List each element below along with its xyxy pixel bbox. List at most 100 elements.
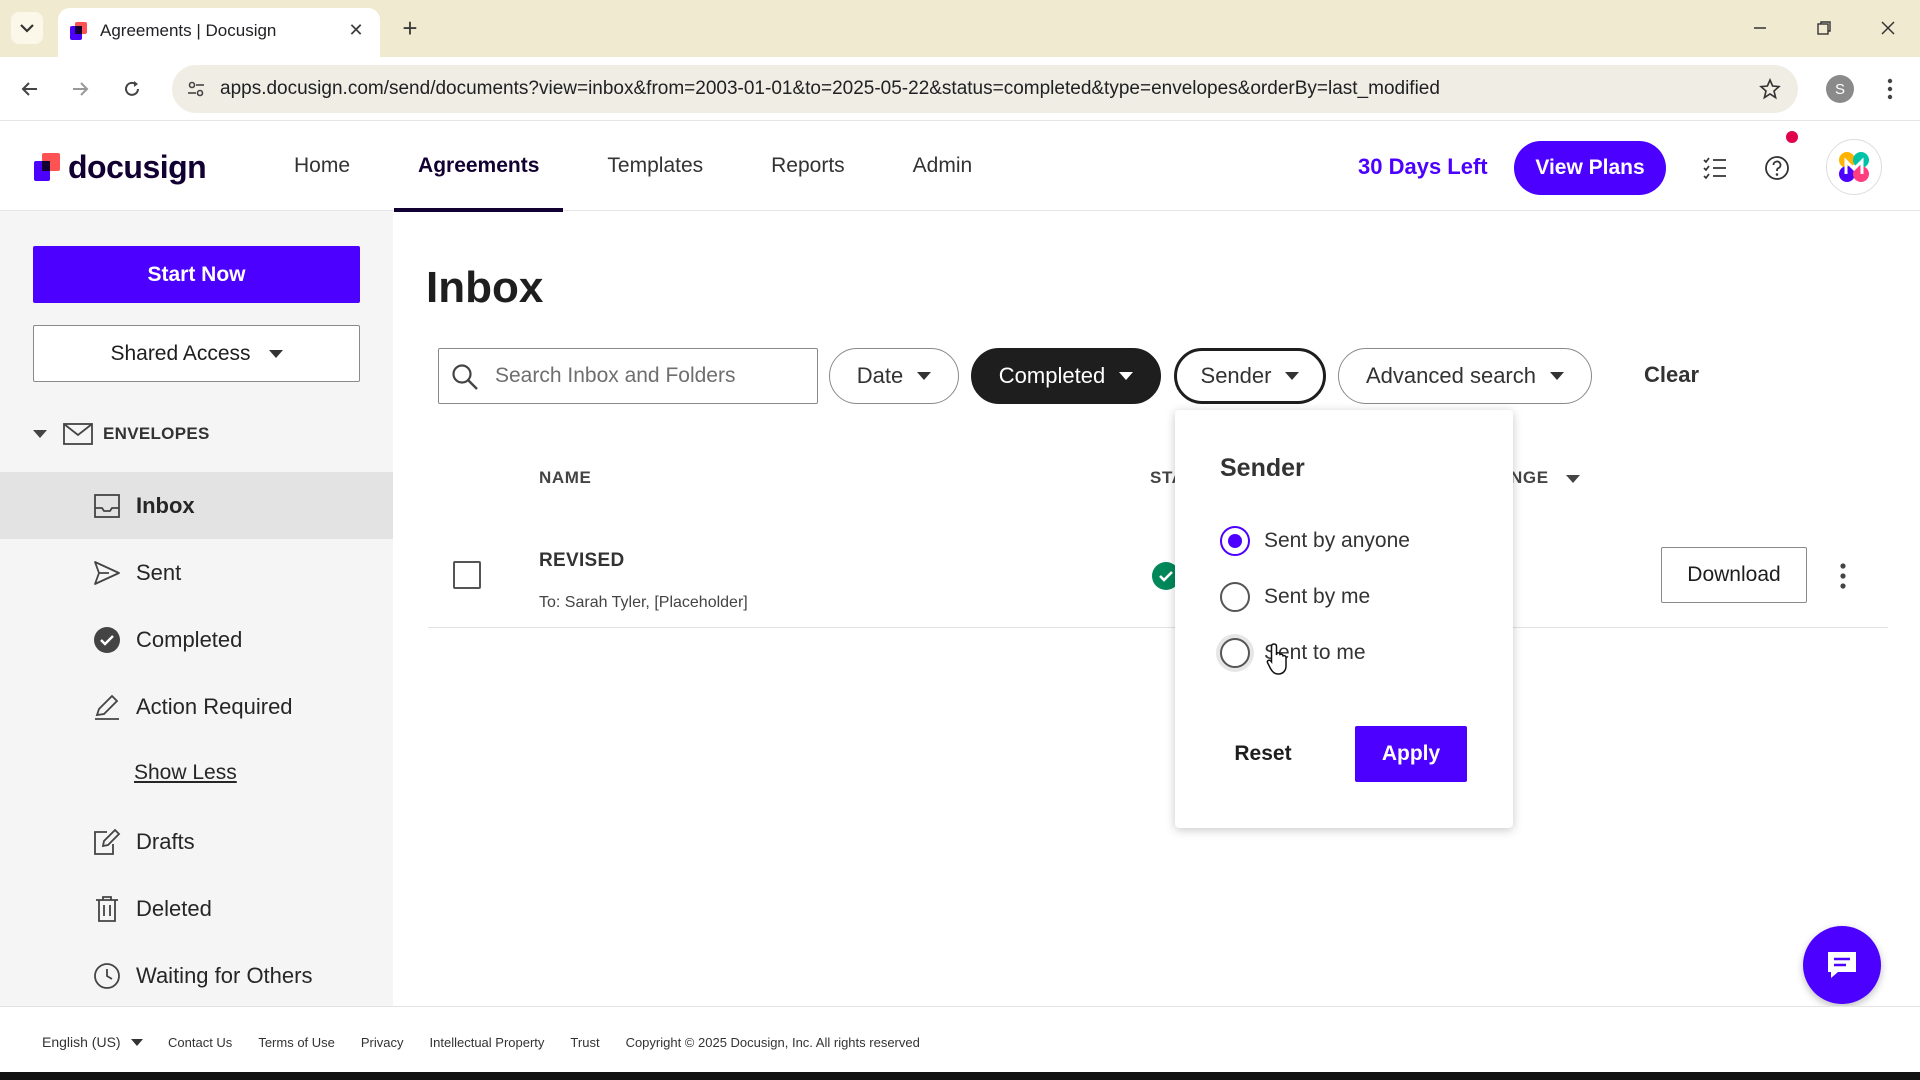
main-nav: Home Agreements Templates Reports Admin [270, 121, 1016, 212]
browser-menu-icon[interactable] [1876, 73, 1904, 105]
window-close-icon[interactable] [1870, 12, 1906, 44]
help-icon[interactable] [1760, 151, 1794, 185]
minimize-icon[interactable] [1742, 12, 1778, 44]
bookmark-star-icon[interactable] [1756, 75, 1784, 103]
sender-filter-popover: Sender Sent by anyone Sent by me Sent to… [1175, 410, 1513, 828]
nav-templates[interactable]: Templates [583, 121, 727, 211]
footer: English (US) Contact Us Terms of Use Pri… [0, 1006, 1920, 1072]
radio-option-sent-by-me[interactable]: Sent by me [1220, 580, 1370, 614]
sidebar-item-label: Action Required [136, 693, 293, 719]
caret-down-icon [917, 372, 932, 380]
sidebar-item-deleted[interactable]: Deleted [0, 875, 393, 942]
table-row[interactable]: REVISED To: Sarah Tyler, [Placeholder] D… [428, 530, 1888, 628]
radio-button[interactable] [1220, 638, 1250, 668]
sidebar-item-inbox[interactable]: Inbox [0, 472, 393, 539]
browser-profile-avatar[interactable]: S [1826, 75, 1854, 103]
tab-close-icon[interactable]: ✕ [344, 18, 368, 42]
restore-icon[interactable] [1806, 12, 1842, 44]
caret-down-icon [268, 349, 283, 358]
nav-admin[interactable]: Admin [889, 121, 997, 211]
sidebar-item-completed[interactable]: Completed [0, 606, 393, 673]
send-icon [92, 559, 122, 587]
language-selector[interactable]: English (US) [42, 1034, 143, 1050]
download-button[interactable]: Download [1661, 547, 1807, 603]
sender-filter-button[interactable]: Sender [1174, 348, 1326, 404]
radio-button-checked[interactable] [1220, 526, 1250, 556]
envelope-icon [63, 423, 93, 445]
sort-caret-icon [1565, 475, 1580, 483]
user-avatar[interactable] [1826, 139, 1882, 195]
nav-reports[interactable]: Reports [747, 121, 869, 211]
caret-down-icon [33, 430, 47, 438]
nav-agreements[interactable]: Agreements [394, 121, 564, 212]
status-filter-button[interactable]: Completed [971, 348, 1161, 404]
start-now-button[interactable]: Start Now [33, 246, 360, 303]
more-options-icon[interactable] [1828, 558, 1858, 594]
shared-access-dropdown[interactable]: Shared Access [33, 325, 360, 382]
popover-title: Sender [1220, 454, 1305, 482]
show-less-link[interactable]: Show Less [134, 761, 237, 785]
search-input[interactable] [495, 357, 805, 395]
sidebar-item-label: Sent [136, 559, 182, 585]
taskbar-strip [0, 1072, 1920, 1080]
envelope-name[interactable]: REVISED [539, 550, 625, 572]
radio-label: Sent by me [1264, 585, 1371, 608]
trial-days-left-link[interactable]: 30 Days Left [1358, 154, 1488, 180]
envelopes-section-toggle[interactable]: ENVELOPES [33, 419, 210, 449]
footer-link-contact[interactable]: Contact Us [168, 1035, 232, 1050]
browser-toolbar: apps.docusign.com/send/documents?view=in… [0, 57, 1920, 121]
sidebar-item-waiting-for-others[interactable]: Waiting for Others [0, 942, 393, 1009]
envelope-recipients: To: Sarah Tyler, [Placeholder] [539, 594, 748, 611]
sidebar: Start Now Shared Access ENVELOPES Inbox … [0, 211, 393, 1006]
sidebar-item-action-required[interactable]: Action Required [0, 673, 393, 740]
footer-link-trust[interactable]: Trust [570, 1035, 599, 1050]
address-bar[interactable]: apps.docusign.com/send/documents?view=in… [172, 65, 1798, 113]
browser-tab-active[interactable]: Agreements | Docusign ✕ [58, 8, 380, 57]
reset-button[interactable]: Reset [1223, 726, 1303, 782]
caret-down-icon [1119, 372, 1134, 380]
nav-home[interactable]: Home [270, 121, 374, 211]
footer-link-privacy[interactable]: Privacy [361, 1035, 404, 1050]
sidebar-item-drafts[interactable]: Drafts [0, 808, 393, 875]
inbox-icon [92, 492, 122, 520]
column-header-name[interactable]: NAME [539, 468, 591, 488]
footer-link-terms[interactable]: Terms of Use [258, 1035, 335, 1050]
tab-list-button[interactable] [11, 12, 43, 44]
row-checkbox[interactable] [453, 561, 481, 589]
url-text[interactable]: apps.docusign.com/send/documents?view=in… [220, 78, 1440, 100]
site-settings-icon[interactable] [180, 73, 212, 105]
new-tab-button[interactable]: + [396, 14, 424, 42]
clear-filters-button[interactable]: Clear [1644, 362, 1699, 388]
column-header-last-change[interactable]: NGE [1510, 468, 1580, 488]
chat-support-button[interactable] [1803, 926, 1881, 1004]
status-filter-label: Completed [998, 363, 1106, 388]
caret-down-icon [1285, 372, 1300, 380]
search-box [438, 348, 818, 404]
forward-icon[interactable] [62, 71, 98, 107]
avatar-logo-icon [1839, 152, 1869, 182]
sidebar-item-label: Waiting for Others [136, 962, 313, 988]
pen-icon [92, 693, 122, 721]
date-filter-button[interactable]: Date [829, 348, 959, 404]
sidebar-item-label: Completed [136, 626, 243, 652]
radio-label: Sent by anyone [1264, 529, 1410, 552]
apply-button[interactable]: Apply [1355, 726, 1467, 782]
advanced-search-label: Advanced search [1366, 363, 1536, 388]
draft-icon [92, 828, 122, 856]
notification-dot [1786, 131, 1798, 143]
radio-option-sent-to-me[interactable]: Sent to me [1220, 636, 1366, 670]
docusign-logo-mark-icon [34, 153, 60, 181]
language-label: English (US) [42, 1034, 121, 1050]
task-list-icon[interactable] [1698, 151, 1732, 185]
browser-tab-bar: Agreements | Docusign ✕ + [0, 0, 1920, 57]
sidebar-item-sent[interactable]: Sent [0, 539, 393, 606]
docusign-logo[interactable]: docusign [34, 149, 207, 185]
radio-button[interactable] [1220, 582, 1250, 612]
view-plans-button[interactable]: View Plans [1514, 141, 1666, 195]
footer-link-ip[interactable]: Intellectual Property [430, 1035, 545, 1050]
back-icon[interactable] [12, 71, 48, 107]
reload-icon[interactable] [114, 71, 150, 107]
advanced-search-button[interactable]: Advanced search [1338, 348, 1592, 404]
trash-icon [92, 895, 122, 923]
radio-option-sent-by-anyone[interactable]: Sent by anyone [1220, 524, 1410, 558]
